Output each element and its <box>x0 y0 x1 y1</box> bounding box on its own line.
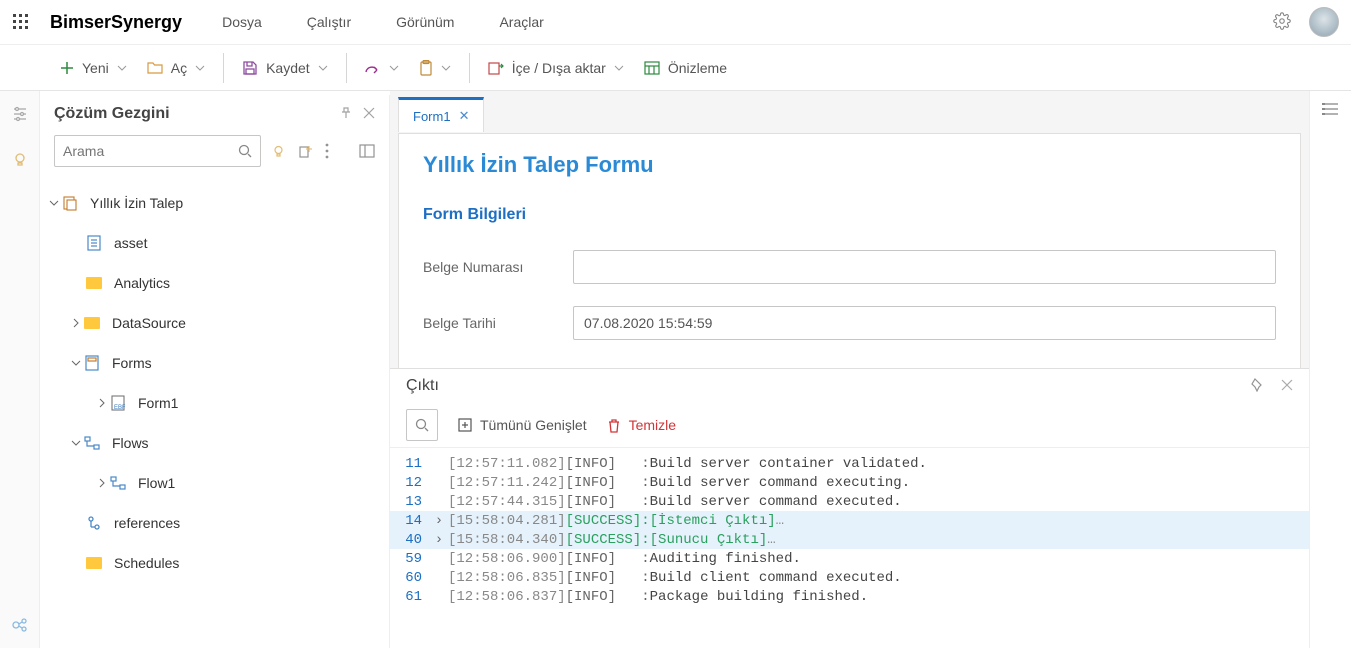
expand-all-button[interactable]: Tümünü Genişlet <box>458 417 587 433</box>
menu-run[interactable]: Çalıştır <box>307 14 351 30</box>
gear-icon[interactable] <box>1273 12 1291 33</box>
left-rail <box>0 91 40 648</box>
top-menu: Dosya Çalıştır Görünüm Araçlar <box>222 14 544 30</box>
output-search[interactable] <box>406 409 438 441</box>
undo-button[interactable] <box>355 55 409 81</box>
brand-title: BimserSynergy <box>50 12 182 33</box>
layout-icon[interactable] <box>359 142 375 160</box>
form-section-title: Form Bilgileri <box>423 206 1276 224</box>
tree-forms[interactable]: Forms <box>40 343 389 383</box>
tree-flow1[interactable]: Flow1 <box>40 463 389 503</box>
explorer-title: Çözüm Gezgini <box>54 105 339 123</box>
app-grid-icon[interactable] <box>12 13 30 31</box>
console-line[interactable]: 61[12:58:06.837] [INFO] : Package buildi… <box>390 587 1309 606</box>
tree-references[interactable]: references <box>40 503 389 543</box>
output-console[interactable]: 11[12:57:11.082] [INFO] : Build server c… <box>390 448 1309 648</box>
open-button[interactable]: Aç <box>137 54 215 82</box>
new-item-icon[interactable] <box>298 142 313 160</box>
search-icon <box>415 418 429 432</box>
explorer-search-input[interactable] <box>63 143 238 159</box>
tree-flows[interactable]: Flows <box>40 423 389 463</box>
menu-file[interactable]: Dosya <box>222 14 262 30</box>
save-button[interactable]: Kaydet <box>232 54 338 82</box>
output-close-icon[interactable] <box>1281 378 1293 395</box>
new-button[interactable]: Yeni <box>50 54 137 82</box>
console-line[interactable]: 14›[15:58:04.281] [SUCCESS]: [İstemci Çı… <box>390 511 1309 530</box>
output-title: Çıktı <box>406 377 1251 395</box>
user-avatar[interactable] <box>1309 7 1339 37</box>
import-export-button[interactable]: İçe / Dışa aktar <box>478 54 634 82</box>
field-docdate-input[interactable] <box>573 306 1276 340</box>
menu-tools[interactable]: Araçlar <box>499 14 543 30</box>
tree-form1[interactable]: EBF Form1 <box>40 383 389 423</box>
output-panel: Çıktı Tümünü Genişlet Temizle <box>390 368 1309 648</box>
form-title: Yıllık İzin Talep Formu <box>423 152 1276 178</box>
tab-form1[interactable]: Form1 ✕ <box>398 97 484 132</box>
rail-settings-icon[interactable] <box>7 101 33 127</box>
tree-asset[interactable]: asset <box>40 223 389 263</box>
tab-close-icon[interactable]: ✕ <box>459 108 470 124</box>
tree-schedules[interactable]: Schedules <box>40 543 389 583</box>
pin-icon[interactable] <box>339 106 353 123</box>
tree: Yıllık İzin Talep asset Analytics DataSo… <box>40 175 389 583</box>
output-pin-icon[interactable] <box>1251 378 1265 395</box>
console-line[interactable]: 60[12:58:06.835] [INFO] : Build client c… <box>390 568 1309 587</box>
props-icon[interactable] <box>1322 101 1340 120</box>
menu-view[interactable]: Görünüm <box>396 14 454 30</box>
field-docdate-label: Belge Tarihi <box>423 315 553 331</box>
console-line[interactable]: 40›[15:58:04.340] [SUCCESS]: [Sunucu Çık… <box>390 530 1309 549</box>
rail-bulb-icon[interactable] <box>7 147 33 173</box>
console-line[interactable]: 13[12:57:44.315] [INFO] : Build server c… <box>390 492 1309 511</box>
explorer-search[interactable] <box>54 135 261 167</box>
more-icon[interactable] <box>325 142 329 160</box>
console-line[interactable]: 59[12:58:06.900] [INFO] : Auditing finis… <box>390 549 1309 568</box>
tree-analytics[interactable]: Analytics <box>40 263 389 303</box>
search-icon <box>238 144 252 158</box>
rail-bottom-icon[interactable] <box>7 612 33 638</box>
console-line[interactable]: 12[12:57:11.242] [INFO] : Build server c… <box>390 473 1309 492</box>
clipboard-button[interactable] <box>409 54 461 82</box>
svg-text:EBF: EBF <box>114 405 125 411</box>
close-icon[interactable] <box>363 106 375 123</box>
tree-root[interactable]: Yıllık İzin Talep <box>40 183 389 223</box>
right-rail <box>1309 91 1351 648</box>
solution-explorer: Çözüm Gezgini Yıllık İz <box>40 95 390 648</box>
preview-button[interactable]: Önizleme <box>634 54 737 82</box>
console-line[interactable]: 11[12:57:11.082] [INFO] : Build server c… <box>390 454 1309 473</box>
field-docnum-input[interactable] <box>573 250 1276 284</box>
clear-button[interactable]: Temizle <box>607 417 676 433</box>
tree-datasource[interactable]: DataSource <box>40 303 389 343</box>
bulb-icon[interactable] <box>271 142 286 160</box>
field-docnum-label: Belge Numarası <box>423 259 553 275</box>
